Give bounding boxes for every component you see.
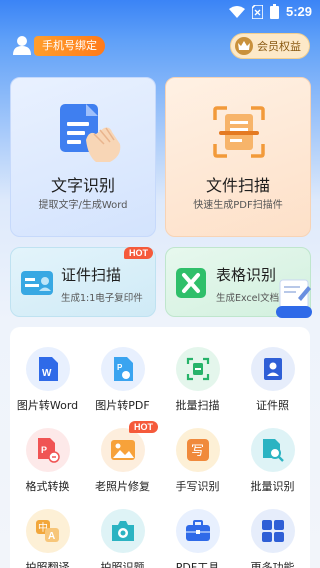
no-sim-icon xyxy=(251,4,263,19)
file-scan-subtitle: 快速生成PDF扫描件 xyxy=(193,200,283,211)
handwriting-icon: 写 xyxy=(175,428,220,472)
text-recognition-card[interactable]: 文字识别 提取文字/生成Word xyxy=(10,77,156,237)
tools-panel: W 图片转Word P 图片转PDF 批量扫描 证件照 P 格式转换 老照片修复 HOT 写手写识别… xyxy=(10,327,310,568)
tool-item-id-photo[interactable]: 证件照 xyxy=(235,347,310,413)
tool-item-toolbox[interactable]: PDF工具 xyxy=(160,509,235,568)
text-document-icon xyxy=(60,104,121,162)
more-grid-icon xyxy=(250,509,295,553)
id-card-icon xyxy=(21,271,53,295)
status-icons: 5:29 xyxy=(228,4,312,19)
tool-label: 图片转Word xyxy=(16,399,79,412)
word-doc-icon: W xyxy=(25,347,70,391)
tool-item-format-convert[interactable]: P 格式转换 xyxy=(10,428,85,494)
tool-label: 批量识别 xyxy=(250,480,295,493)
scan-document-icon xyxy=(213,106,265,158)
batch-scan-icon xyxy=(175,347,220,391)
member-rights-button[interactable]: 会员权益 xyxy=(230,33,310,59)
tool-label: 老照片修复 xyxy=(95,480,150,493)
tool-item-camera[interactable]: 拍照识题 xyxy=(85,509,160,568)
table-recognition-subtitle: 生成Excel文档 xyxy=(216,293,280,304)
svg-text:P: P xyxy=(41,445,47,455)
feedback-floater[interactable] xyxy=(276,278,312,318)
battery-icon xyxy=(269,4,279,19)
camera-icon xyxy=(100,509,145,553)
certificate-scan-card[interactable]: 证件扫描 生成1:1电子复印件 HOT xyxy=(10,247,156,317)
hot-badge: HOT xyxy=(129,421,158,433)
tool-label: 拍照识题 xyxy=(100,561,145,568)
tool-item-pdf-image[interactable]: P 图片转PDF xyxy=(85,347,160,413)
crown-icon xyxy=(235,37,253,55)
batch-recognize-icon xyxy=(250,428,295,472)
certificate-scan-title: 证件扫描 xyxy=(61,266,122,284)
status-bar: 5:29 xyxy=(0,0,320,24)
tool-item-word-doc[interactable]: W 图片转Word xyxy=(10,347,85,413)
photo-translate-icon: 中A xyxy=(25,509,70,553)
tool-item-handwriting[interactable]: 写手写识别 xyxy=(160,428,235,494)
tool-item-batch-scan[interactable]: 批量扫描 xyxy=(160,347,235,413)
svg-text:写: 写 xyxy=(191,444,204,459)
file-scan-card[interactable]: 文件扫描 快速生成PDF扫描件 xyxy=(165,77,311,237)
tool-label: 图片转PDF xyxy=(95,399,150,412)
photo-restore-icon xyxy=(100,428,145,472)
user-avatar-icon[interactable] xyxy=(12,35,32,55)
id-photo-icon xyxy=(250,347,295,391)
svg-text:W: W xyxy=(42,368,52,379)
tool-label: 手写识别 xyxy=(175,480,220,493)
tool-item-more-grid[interactable]: 更多功能 xyxy=(235,509,310,568)
bind-phone-button[interactable]: 手机号绑定 xyxy=(34,36,105,56)
pdf-image-icon: P xyxy=(100,347,145,391)
feedback-note-icon xyxy=(276,279,312,318)
table-recognition-card[interactable]: 表格识别 生成Excel文档 xyxy=(165,247,312,318)
excel-icon xyxy=(176,268,206,298)
hot-badge: HOT xyxy=(124,247,153,259)
tool-label: PDF工具 xyxy=(175,561,220,568)
header: 手机号绑定 会员权益 xyxy=(0,32,320,60)
svg-text:A: A xyxy=(48,531,55,542)
wifi-icon xyxy=(228,5,245,18)
tool-label: 更多功能 xyxy=(250,561,295,568)
tool-item-photo-translate[interactable]: 中 A 拍照翻译 xyxy=(10,509,85,568)
text-recognition-subtitle: 提取文字/生成Word xyxy=(38,200,128,211)
file-scan-title: 文件扫描 xyxy=(205,176,270,195)
svg-text:P: P xyxy=(117,363,123,372)
tool-label: 格式转换 xyxy=(25,480,70,493)
member-rights-label: 会员权益 xyxy=(257,40,301,53)
tool-label: 证件照 xyxy=(256,399,289,412)
text-recognition-title: 文字识别 xyxy=(50,176,115,195)
toolbox-icon xyxy=(175,509,220,553)
table-recognition-title: 表格识别 xyxy=(216,266,277,284)
format-convert-icon: P xyxy=(25,428,70,472)
tool-label: 批量扫描 xyxy=(175,399,220,412)
tool-item-batch-recognize[interactable]: 批量识别 xyxy=(235,428,310,494)
tool-item-photo-restore[interactable]: 老照片修复 HOT xyxy=(85,421,160,494)
status-time: 5:29 xyxy=(285,4,312,19)
certificate-scan-subtitle: 生成1:1电子复印件 xyxy=(61,293,143,304)
tool-label: 拍照翻译 xyxy=(25,561,70,568)
